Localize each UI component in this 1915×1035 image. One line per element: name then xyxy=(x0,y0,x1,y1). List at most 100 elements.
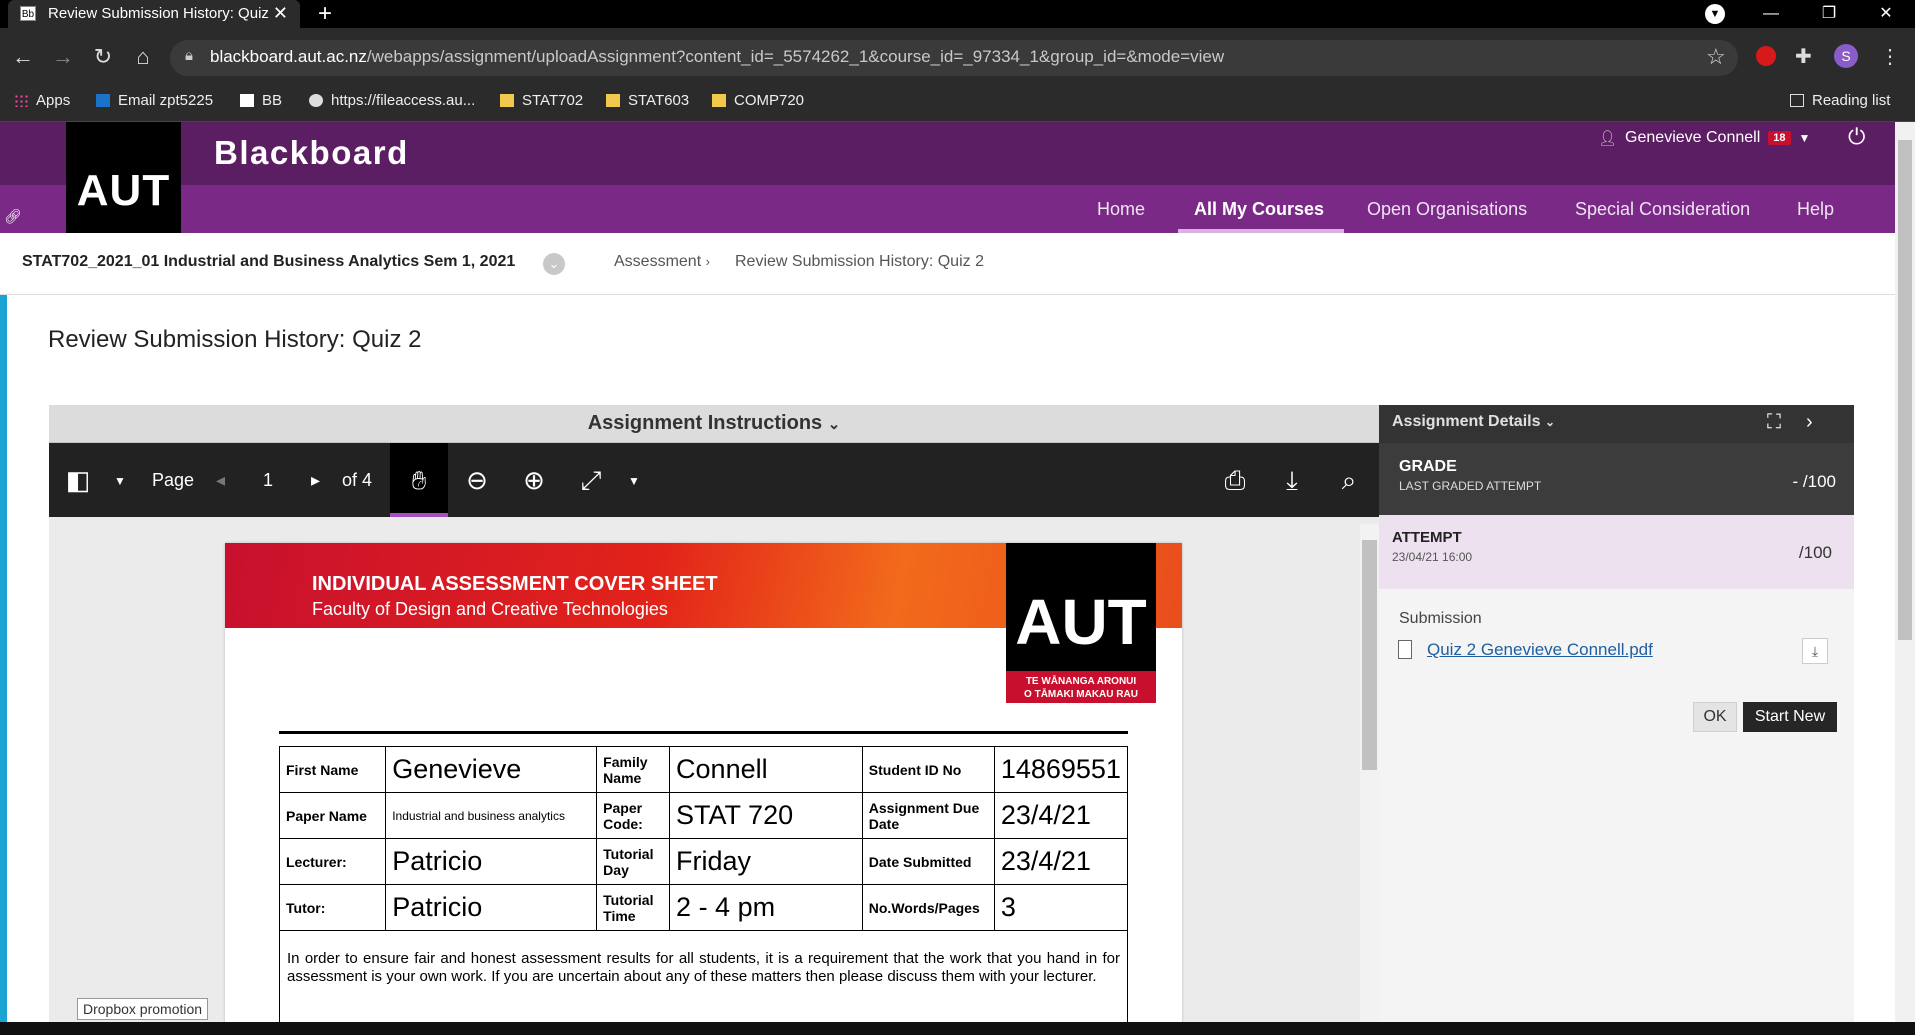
divider xyxy=(279,731,1128,734)
download-file-icon[interactable]: ⤓ xyxy=(1802,638,1828,664)
page-total: of 4 xyxy=(342,470,373,490)
breadcrumb-assessment[interactable]: Assessment › xyxy=(614,253,710,271)
bookmark-apps[interactable]: Apps xyxy=(14,92,70,109)
field-value: 23/4/21 xyxy=(993,792,1129,839)
prev-page-icon[interactable]: ◂ xyxy=(216,470,225,491)
cover-row: Paper Name Industrial and business analyt… xyxy=(278,792,1129,839)
fit-page-icon[interactable]: ⤢ xyxy=(569,458,613,502)
field-label: Paper Code: xyxy=(596,792,671,839)
grade-sublabel: LAST GRADED ATTEMPT xyxy=(1399,479,1542,493)
assignment-instructions-toggle[interactable]: Assignment Instructions ⌄ xyxy=(49,412,1379,435)
minimize-icon[interactable]: — xyxy=(1748,0,1794,28)
course-title[interactable]: STAT702_2021_01 Industrial and Business … xyxy=(22,253,515,271)
bookmark-stat603[interactable]: STAT603 xyxy=(606,92,689,109)
document-scroll-thumb[interactable] xyxy=(1362,540,1377,770)
bookmark-stat702[interactable]: STAT702 xyxy=(500,92,583,109)
apps-grid-icon xyxy=(14,94,28,107)
hand-tool-icon[interactable]: ✋︎ xyxy=(397,458,441,502)
grade-label: GRADE xyxy=(1399,458,1457,475)
field-value: 14869551 xyxy=(993,746,1129,793)
print-icon[interactable]: ⎙ xyxy=(1213,458,1257,502)
zoom-out-icon[interactable]: ⊖ xyxy=(455,458,499,502)
user-menu[interactable]: 👤︎ Genevieve Connell 18 ▼ xyxy=(1598,125,1810,151)
field-value: Patricio xyxy=(385,838,598,885)
link-icon[interactable]: 🔗︎ xyxy=(4,208,22,225)
nav-special-consideration[interactable]: Special Consideration xyxy=(1575,199,1750,220)
ok-button[interactable]: OK xyxy=(1693,702,1737,732)
start-new-button[interactable]: Start New xyxy=(1743,702,1837,732)
nav-open-organisations[interactable]: Open Organisations xyxy=(1367,199,1527,220)
extensions-puzzle-icon[interactable]: ✚ xyxy=(1795,44,1812,69)
aut-logo-tagline: TE WĀNANGA ARONUI O TĀMAKI MAKAU RAU xyxy=(1006,671,1156,703)
home-icon[interactable]: ⌂ xyxy=(128,44,158,70)
expand-icon[interactable]: ⛶ xyxy=(1767,411,1781,434)
honesty-notice: In order to ensure fair and honest asses… xyxy=(279,930,1128,1035)
lock-icon[interactable]: 🔒︎ xyxy=(185,47,193,64)
search-icon[interactable]: ⌕ xyxy=(1327,458,1371,502)
field-value: STAT 720 xyxy=(669,792,863,839)
nav-all-my-courses[interactable]: All My Courses xyxy=(1194,199,1324,220)
submission-file-link[interactable]: Quiz 2 Genevieve Connell.pdf xyxy=(1427,640,1653,660)
bookmark-fileaccess[interactable]: https://fileaccess.au... xyxy=(309,92,475,109)
page-title: Review Submission History: Quiz 2 xyxy=(48,326,422,353)
bookmark-email[interactable]: Email zpt5225 xyxy=(96,92,213,109)
field-value: Patricio xyxy=(385,884,598,931)
attempt-date: 23/04/21 16:00 xyxy=(1392,550,1473,564)
bookmarks-bar xyxy=(0,86,1915,122)
bookmark-star-icon[interactable]: ☆ xyxy=(1706,44,1726,70)
restore-icon[interactable]: ❐ xyxy=(1806,0,1852,28)
url-text[interactable]: blackboard.aut.ac.nz/webapps/assignment/… xyxy=(210,47,1224,67)
sidebar-toggle-icon[interactable]: ◧ xyxy=(56,458,100,502)
field-label: Date Submitted xyxy=(861,838,995,885)
sidebar-dropdown-icon[interactable]: ▼ xyxy=(114,474,126,488)
nav-help[interactable]: Help xyxy=(1797,199,1834,220)
logout-power-icon[interactable]: ⏻ xyxy=(1848,124,1865,150)
folder-icon xyxy=(500,94,514,107)
bookmark-bb[interactable]: BB xyxy=(240,92,282,109)
page-scroll-thumb[interactable] xyxy=(1898,140,1912,640)
field-label: Tutor: xyxy=(278,884,387,931)
extension-icon[interactable] xyxy=(1756,46,1776,66)
page-number-input[interactable]: 1 xyxy=(263,470,273,491)
close-window-icon[interactable]: ✕ xyxy=(1863,0,1909,28)
field-label: Family Name xyxy=(596,746,671,793)
field-value: 2 - 4 pm xyxy=(669,884,863,931)
next-page-icon[interactable]: ▸ xyxy=(311,470,320,491)
zoom-in-icon[interactable]: ⊕ xyxy=(512,458,556,502)
menu-kebab-icon[interactable]: ⋮ xyxy=(1880,44,1900,69)
chevron-down-icon: ⌄ xyxy=(1544,415,1555,429)
reading-list-button[interactable]: Reading list xyxy=(1790,92,1890,109)
bookmark-comp720[interactable]: COMP720 xyxy=(712,92,804,109)
aut-document-logo: AUT TE WĀNANGA ARONUI O TĀMAKI MAKAU RAU xyxy=(1006,543,1156,703)
cover-sheet-table: First Name Genevieve Family Name Connell Stu… xyxy=(278,746,1129,931)
blackboard-icon xyxy=(240,94,254,107)
field-value: Genevieve xyxy=(385,746,598,793)
aut-logo-text: AUT xyxy=(1015,586,1147,658)
submission-label: Submission xyxy=(1399,610,1482,627)
field-label: Assignment Due Date xyxy=(861,792,995,839)
user-avatar-icon: 👤︎ xyxy=(1598,130,1618,147)
close-tab-icon[interactable]: ✕ xyxy=(273,3,288,24)
browser-tab[interactable]: Bb Review Submission History: Quiz 2 ✕ xyxy=(8,0,300,28)
tab-search-icon[interactable]: ▼ xyxy=(1705,4,1725,24)
download-icon[interactable]: ⤓ xyxy=(1270,458,1314,502)
details-title[interactable]: Assignment Details ⌄ xyxy=(1392,413,1555,431)
collapse-panel-chevron-icon[interactable]: › xyxy=(1806,411,1813,434)
course-menu-chevron-icon[interactable]: ⌄ xyxy=(543,253,565,275)
file-icon xyxy=(1398,640,1412,659)
forward-icon[interactable]: → xyxy=(48,44,78,70)
new-tab-icon[interactable]: + xyxy=(318,0,332,28)
zoom-dropdown-icon[interactable]: ▼ xyxy=(628,474,640,488)
profile-avatar[interactable]: S xyxy=(1834,44,1858,68)
aut-logo[interactable]: AUT xyxy=(66,122,181,233)
pdf-toolbar xyxy=(49,443,1379,517)
notification-badge: 18 xyxy=(1768,131,1791,145)
field-value: Industrial and business analytics xyxy=(385,792,598,839)
nav-home[interactable]: Home xyxy=(1097,199,1145,220)
reload-icon[interactable]: ↻ xyxy=(88,44,118,70)
dropbox-promotion-tooltip[interactable]: Dropbox promotion xyxy=(77,998,209,1020)
breadcrumb-current: Review Submission History: Quiz 2 xyxy=(735,253,984,270)
back-icon[interactable]: ← xyxy=(8,44,38,70)
outlook-icon xyxy=(96,94,110,107)
reading-list-icon xyxy=(1790,94,1804,107)
